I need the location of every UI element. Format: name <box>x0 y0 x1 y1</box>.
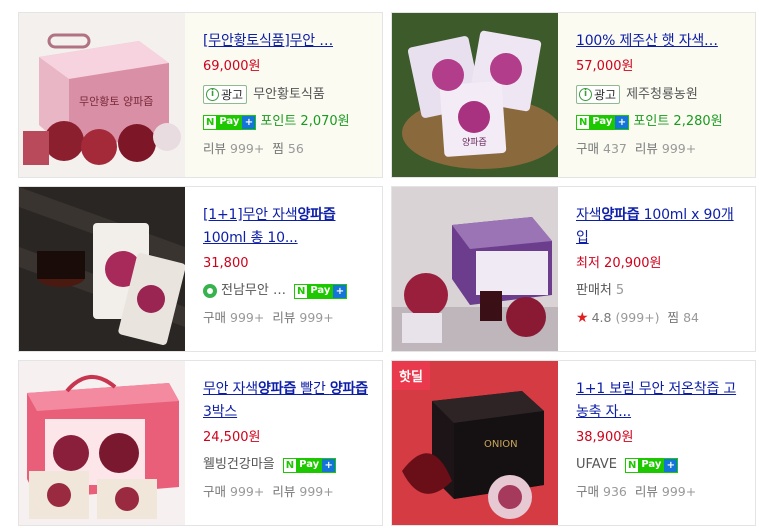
sellers-label[interactable]: 판매처 <box>576 282 612 300</box>
point-text: 포인트 2,280원 <box>633 114 723 129</box>
product-image[interactable]: 무안황토 양파즙 <box>19 13 185 177</box>
product-card[interactable]: 양파즙 100% 제주산 햇 자색… 57,000원 i 광고 제주청룡농원 NP… <box>391 12 756 178</box>
seller-name[interactable]: 전남무안 … <box>221 282 286 300</box>
product-card[interactable]: [1+1]무안 자색양파즙 100ml 총 10... 31,800 전남무안 … <box>18 186 383 352</box>
product-image[interactable] <box>19 361 185 525</box>
stat-label: 리뷰 <box>203 141 227 156</box>
star-icon: ★ <box>576 310 589 326</box>
stat-label: 리뷰 <box>272 310 296 325</box>
point-text: 포인트 2,070원 <box>260 114 350 129</box>
seller-name[interactable]: 제주청룡농원 <box>626 86 698 104</box>
npay-icon: N Pay + <box>282 457 337 473</box>
product-price: 38,900원 <box>576 430 634 445</box>
rating-count: (999+) <box>615 310 660 325</box>
stat-label: 리뷰 <box>634 141 658 156</box>
stat-label: 리뷰 <box>634 484 658 499</box>
info-icon: i <box>206 88 219 101</box>
product-image[interactable]: 핫딜 ONION <box>392 361 558 525</box>
rating-value: 4.8 <box>591 310 612 325</box>
stat-value: 999+ <box>661 484 697 499</box>
stat-value: 999+ <box>299 310 334 325</box>
product-price: 31,800 <box>203 256 249 271</box>
product-title-link[interactable]: 자색양파즙 100ml x 90개입 <box>576 204 745 250</box>
stat-value: 999+ <box>661 141 697 156</box>
product-image[interactable] <box>19 187 185 351</box>
info-icon: i <box>579 88 592 101</box>
product-price: 최저 20,900원 <box>576 256 662 271</box>
svg-text:ONION: ONION <box>484 439 518 450</box>
npay-icon: N Pay + <box>576 114 630 130</box>
stat-value: 999+ <box>230 141 265 156</box>
product-price: 57,000원 <box>576 59 634 74</box>
store-icon <box>203 284 217 298</box>
product-image[interactable] <box>392 187 558 351</box>
product-title-link[interactable]: 1+1 보림 무안 저온착즙 고농축 자... <box>576 378 745 424</box>
stat-value: 936 <box>603 484 627 499</box>
ad-label: 광고 <box>221 87 244 102</box>
ad-badge[interactable]: i 광고 <box>203 85 248 104</box>
svg-text:양파즙: 양파즙 <box>462 137 487 148</box>
product-title-link[interactable]: 무안 자색양파즙 빨간 양파즙 3박스 <box>203 378 372 424</box>
product-card[interactable]: 핫딜 ONION 1+1 보림 무안 저온착즙 고농축 자... 38,900원… <box>391 360 756 526</box>
stat-label: 구매 <box>203 310 227 325</box>
ad-label: 광고 <box>594 87 617 102</box>
ad-badge[interactable]: i 광고 <box>576 85 621 104</box>
product-price: 69,000원 <box>203 59 261 74</box>
product-card[interactable]: 자색양파즙 100ml x 90개입 최저 20,900원 판매처 5 ★ 4.8… <box>391 186 756 352</box>
product-title-link[interactable]: [무안황토식품]무안 … <box>203 30 372 53</box>
stat-label: 찜 <box>667 310 680 325</box>
stat-label: 찜 <box>272 141 284 156</box>
stat-label: 구매 <box>576 484 600 499</box>
svg-text:무안황토 양파즙: 무안황토 양파즙 <box>79 95 153 108</box>
stat-label: 구매 <box>576 141 600 156</box>
npay-icon: N Pay + <box>293 283 348 299</box>
seller-name[interactable]: 웰빙건강마을 <box>203 456 275 474</box>
stat-value: 999+ <box>230 310 265 325</box>
product-price: 24,500원 <box>203 430 261 445</box>
product-card[interactable]: 무안 자색양파즙 빨간 양파즙 3박스 24,500원 웰빙건강마을 N Pay +… <box>18 360 383 526</box>
stat-label: 리뷰 <box>272 484 296 499</box>
stat-label: 구매 <box>203 484 227 499</box>
stat-value: 437 <box>603 141 627 156</box>
product-card[interactable]: 무안황토 양파즙 [무안황토식품]무안 … 69,000원 i 광고 무안황토식품… <box>18 12 383 178</box>
product-grid: 무안황토 양파즙 [무안황토식품]무안 … 69,000원 i 광고 무안황토식품… <box>0 0 759 528</box>
sellers-count: 5 <box>615 283 625 298</box>
seller-name[interactable]: 무안황토식품 <box>253 86 325 104</box>
seller-name[interactable]: UFAVE <box>576 456 617 474</box>
stat-value: 56 <box>287 141 304 156</box>
product-title-link[interactable]: 100% 제주산 햇 자색… <box>576 30 745 53</box>
product-image[interactable]: 양파즙 <box>392 13 558 177</box>
npay-icon: N Pay + <box>203 114 257 130</box>
npay-icon: N Pay + <box>624 457 679 473</box>
stat-value: 999+ <box>299 484 334 499</box>
hotdeal-badge: 핫딜 <box>392 361 430 390</box>
product-title-link[interactable]: [1+1]무안 자색양파즙 100ml 총 10... <box>203 204 372 250</box>
stat-value: 999+ <box>230 484 265 499</box>
stat-value: 84 <box>683 310 699 325</box>
